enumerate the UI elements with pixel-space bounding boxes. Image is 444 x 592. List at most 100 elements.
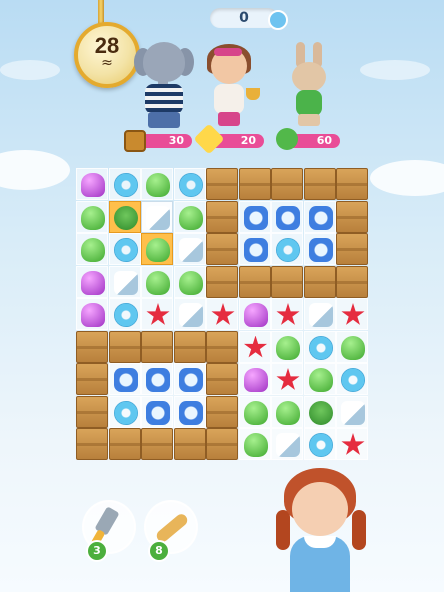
crate-tile[interactable] bbox=[76, 330, 108, 363]
board-cell[interactable] bbox=[271, 330, 303, 363]
leaf-candy-icon bbox=[81, 205, 105, 230]
crate-tile[interactable] bbox=[303, 168, 336, 200]
crate-tile[interactable] bbox=[206, 395, 238, 428]
board-cell[interactable] bbox=[271, 428, 303, 460]
board-cell[interactable] bbox=[108, 298, 141, 330]
crate-tile[interactable] bbox=[206, 265, 238, 298]
crate-tile[interactable] bbox=[336, 200, 368, 233]
board-cell[interactable] bbox=[238, 428, 271, 460]
board-cell[interactable] bbox=[336, 298, 368, 330]
crate-tile[interactable] bbox=[141, 428, 173, 460]
board-cell[interactable] bbox=[238, 363, 271, 395]
board-cell[interactable] bbox=[271, 395, 303, 428]
board-cell[interactable] bbox=[173, 298, 206, 330]
board-cell[interactable] bbox=[141, 168, 173, 200]
donut-candy-icon bbox=[341, 368, 365, 392]
board-cell[interactable] bbox=[238, 330, 271, 363]
donut-candy-icon bbox=[113, 238, 138, 262]
board-cell[interactable] bbox=[303, 330, 336, 363]
crate-tile[interactable] bbox=[206, 330, 238, 363]
cloud bbox=[0, 60, 60, 80]
board-cell[interactable] bbox=[303, 395, 336, 428]
board-cell[interactable] bbox=[238, 233, 271, 265]
board-cell[interactable] bbox=[141, 363, 173, 395]
donut-candy-icon bbox=[276, 238, 300, 262]
bow-candy-icon bbox=[178, 368, 203, 392]
board-cell[interactable] bbox=[271, 200, 303, 233]
crate-tile[interactable] bbox=[238, 168, 271, 200]
crate-tile[interactable] bbox=[76, 395, 108, 428]
board-cell[interactable] bbox=[173, 395, 206, 428]
board-cell[interactable] bbox=[173, 200, 206, 233]
leaf-candy-icon bbox=[243, 400, 268, 425]
board-cell[interactable] bbox=[76, 168, 108, 200]
crate-tile[interactable] bbox=[336, 233, 368, 265]
crate-tile[interactable] bbox=[206, 200, 238, 233]
board-cell[interactable] bbox=[76, 298, 108, 330]
board-cell[interactable] bbox=[336, 428, 368, 460]
board-cell[interactable] bbox=[76, 265, 108, 298]
crate-tile[interactable] bbox=[206, 168, 238, 200]
board-cell[interactable] bbox=[271, 233, 303, 265]
board-cell[interactable] bbox=[108, 265, 141, 298]
board-cell[interactable] bbox=[108, 233, 141, 265]
crate-tile[interactable] bbox=[206, 233, 238, 265]
star-candy-icon bbox=[243, 335, 268, 358]
crate-tile[interactable] bbox=[336, 168, 368, 200]
board-cell[interactable] bbox=[238, 298, 271, 330]
crate-tile[interactable] bbox=[336, 265, 368, 298]
cloud bbox=[360, 60, 430, 80]
board-cell[interactable] bbox=[173, 363, 206, 395]
board-cell[interactable] bbox=[76, 233, 108, 265]
board-cell[interactable] bbox=[271, 363, 303, 395]
board-cell[interactable] bbox=[76, 200, 108, 233]
board-cell[interactable] bbox=[108, 395, 141, 428]
crate-tile[interactable] bbox=[76, 363, 108, 395]
crate-tile[interactable] bbox=[206, 428, 238, 460]
board-cell[interactable] bbox=[108, 363, 141, 395]
crate-tile[interactable] bbox=[76, 428, 108, 460]
board-cell[interactable] bbox=[303, 200, 336, 233]
board-cell[interactable] bbox=[336, 363, 368, 395]
board-cell[interactable] bbox=[271, 298, 303, 330]
crate-tile[interactable] bbox=[108, 428, 141, 460]
star-candy-icon bbox=[276, 368, 300, 390]
board-cell[interactable] bbox=[173, 233, 206, 265]
board-cell[interactable] bbox=[336, 330, 368, 363]
leaf-candy-icon bbox=[178, 205, 203, 230]
butterfly-icon bbox=[193, 123, 225, 155]
board-cell[interactable] bbox=[108, 200, 141, 233]
board-cell[interactable] bbox=[141, 233, 173, 265]
leaf-candy-icon bbox=[308, 368, 333, 392]
board-cell[interactable] bbox=[303, 363, 336, 395]
crate-tile[interactable] bbox=[108, 330, 141, 363]
add-score-icon[interactable] bbox=[268, 10, 288, 30]
board-cell[interactable] bbox=[238, 395, 271, 428]
board-cell[interactable] bbox=[206, 298, 238, 330]
crate-tile[interactable] bbox=[141, 330, 173, 363]
star-candy-icon bbox=[276, 303, 300, 325]
crate-tile[interactable] bbox=[271, 265, 303, 298]
board-cell[interactable] bbox=[173, 265, 206, 298]
board-cell[interactable] bbox=[303, 233, 336, 265]
board-cell[interactable] bbox=[141, 298, 173, 330]
crate-tile[interactable] bbox=[271, 168, 303, 200]
board-cell[interactable] bbox=[141, 265, 173, 298]
board-cell[interactable] bbox=[238, 200, 271, 233]
board-cell[interactable] bbox=[141, 395, 173, 428]
board-cell[interactable] bbox=[303, 298, 336, 330]
board-cell[interactable] bbox=[173, 168, 206, 200]
crate-tile[interactable] bbox=[173, 428, 206, 460]
crate-tile[interactable] bbox=[206, 363, 238, 395]
board-cell[interactable] bbox=[303, 428, 336, 460]
game-board[interactable] bbox=[76, 168, 368, 460]
crate-tile[interactable] bbox=[303, 265, 336, 298]
crate-tile[interactable] bbox=[173, 330, 206, 363]
board-cell[interactable] bbox=[108, 168, 141, 200]
pop-candy-icon bbox=[146, 205, 170, 230]
board-cell[interactable] bbox=[336, 395, 368, 428]
crate-tile[interactable] bbox=[238, 265, 271, 298]
donut-candy-icon bbox=[113, 173, 138, 197]
board-cell[interactable] bbox=[141, 200, 173, 233]
bow-candy-icon bbox=[243, 205, 268, 230]
